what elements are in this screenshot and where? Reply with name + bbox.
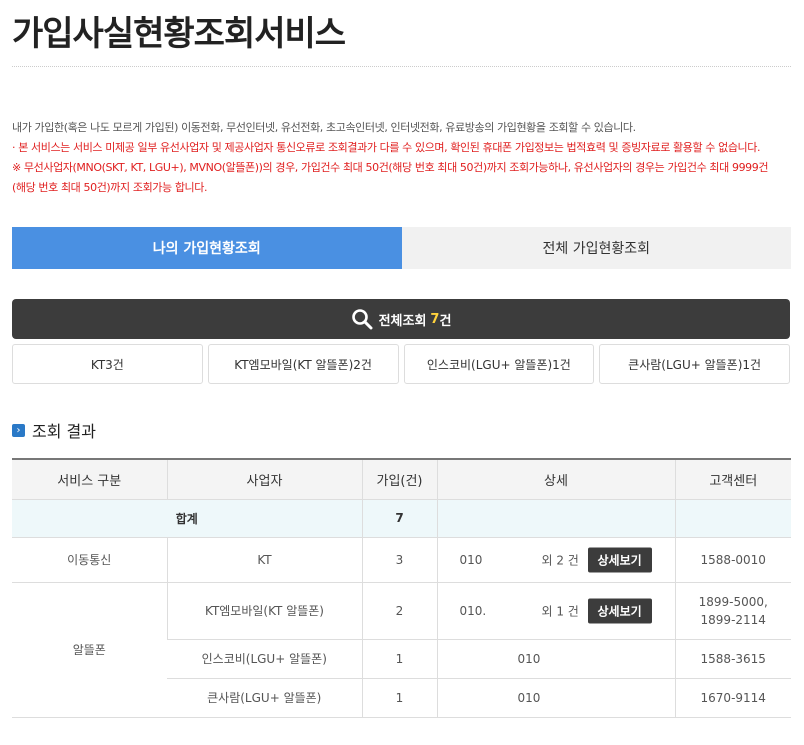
sum-row: 합계 7 xyxy=(12,499,791,538)
phone-number: 010 xyxy=(459,552,483,567)
cell-support: 1899-5000, 1899-2114 xyxy=(674,582,791,640)
cell-provider: KT xyxy=(166,537,362,583)
cell-support: 1588-3615 xyxy=(674,639,791,679)
notice-line: (해당 번호 최대 50건)까지 조회가능 합니다. xyxy=(12,181,208,194)
cell-provider: KT엠모바일(KT 알뜰폰) xyxy=(166,582,362,640)
tab-all-subscriptions[interactable]: 전체 가입현황조회 xyxy=(401,227,791,269)
table-header-row: 서비스 구분 사업자 가입(건) 상세 고객센터 xyxy=(12,458,791,500)
search-icon xyxy=(351,309,373,330)
tab-bar: 나의 가입현황조회 전체 가입현황조회 xyxy=(12,227,791,269)
notice-line: · 본 서비스는 서비스 미제공 일부 유선사업자 및 제공사업자 통신오류로 … xyxy=(12,141,761,154)
detail-button[interactable]: 상세보기 xyxy=(587,598,652,623)
carrier-filter-ktm[interactable]: KT엠모바일(KT 알뜰폰)2건 xyxy=(207,344,399,384)
table-row: 알뜰폰 KT엠모바일(KT 알뜰폰) 2 010. 외 1 건 상세보기 189… xyxy=(12,582,791,718)
total-unit: 건 xyxy=(439,313,452,329)
cell-category: 이동통신 xyxy=(12,537,167,583)
cell-detail: 010 xyxy=(436,678,675,718)
support-phone: 1899-2114 xyxy=(700,612,766,627)
header-service: 서비스 구분 xyxy=(12,458,167,500)
cell-count: 3 xyxy=(361,537,437,583)
cell-category: 알뜰폰 xyxy=(12,582,167,718)
extra-count: 외 2 건 xyxy=(541,553,579,567)
cell-support: 1670-9114 xyxy=(674,678,791,718)
cell-provider: 인스코비(LGU+ 알뜰폰) xyxy=(167,639,362,679)
support-phone: 1899-5000, xyxy=(698,594,768,609)
cell-count: 1 xyxy=(361,678,437,718)
detail-button[interactable]: 상세보기 xyxy=(587,547,652,572)
chevron-right-icon: › xyxy=(12,423,25,437)
carrier-filter-inscobee[interactable]: 인스코비(LGU+ 알뜰폰)1건 xyxy=(403,344,595,384)
cell-count: 1 xyxy=(361,639,437,679)
phone-number: 010 xyxy=(517,690,541,705)
total-search-button[interactable]: 전체조회 7건 xyxy=(12,299,790,339)
page-title: 가입사실현황조회서비스 xyxy=(12,14,346,54)
cell-count: 2 xyxy=(361,582,437,640)
section-title: 조회 결과 xyxy=(32,422,96,441)
header-support: 고객센터 xyxy=(674,458,791,500)
cell-provider: 큰사람(LGU+ 알뜰폰) xyxy=(167,678,362,718)
tab-my-subscriptions[interactable]: 나의 가입현황조회 xyxy=(12,227,402,269)
sum-count: 7 xyxy=(361,499,437,538)
phone-number: 010. xyxy=(459,603,487,618)
header-provider: 사업자 xyxy=(166,458,362,500)
notice-line: 내가 가입한(혹은 나도 모르게 가입된) 이동전화, 무선인터넷, 유선전화,… xyxy=(12,121,636,134)
cell-support: 1588-0010 xyxy=(674,537,791,583)
result-table: 서비스 구분 사업자 가입(건) 상세 고객센터 합계 7 이동통신 KT 3 … xyxy=(12,458,791,718)
header-detail: 상세 xyxy=(436,458,675,500)
carrier-filter-list: KT3건 KT엠모바일(KT 알뜰폰)2건 인스코비(LGU+ 알뜰폰)1건 큰… xyxy=(12,344,790,384)
cell-detail: 010 외 2 건 상세보기 xyxy=(436,537,675,583)
notice-line: ※ 무선사업자(MNO(SKT, KT, LGU+), MVNO(알뜰폰))의 … xyxy=(12,161,769,174)
carrier-filter-bigperson[interactable]: 큰사람(LGU+ 알뜰폰)1건 xyxy=(599,344,790,384)
header-count: 가입(건) xyxy=(361,458,437,500)
cell-detail: 010 xyxy=(436,639,675,679)
sum-detail xyxy=(436,499,675,538)
notice-block: 내가 가입한(혹은 나도 모르게 가입된) 이동전화, 무선인터넷, 유선전화,… xyxy=(12,118,792,198)
total-count: 7 xyxy=(430,311,440,327)
carrier-filter-kt[interactable]: KT3건 xyxy=(12,344,203,384)
total-label: 전체조회 xyxy=(378,313,427,329)
sum-label: 합계 xyxy=(12,499,362,538)
title-divider xyxy=(12,66,791,67)
table-row: 이동통신 KT 3 010 외 2 건 상세보기 1588-0010 xyxy=(12,537,791,583)
extra-count: 외 1 건 xyxy=(541,604,579,618)
section-header: › 조회 결과 xyxy=(12,418,96,442)
phone-number: 010 xyxy=(517,651,541,666)
cell-detail: 010. 외 1 건 상세보기 xyxy=(436,582,675,640)
sum-support xyxy=(674,499,791,538)
